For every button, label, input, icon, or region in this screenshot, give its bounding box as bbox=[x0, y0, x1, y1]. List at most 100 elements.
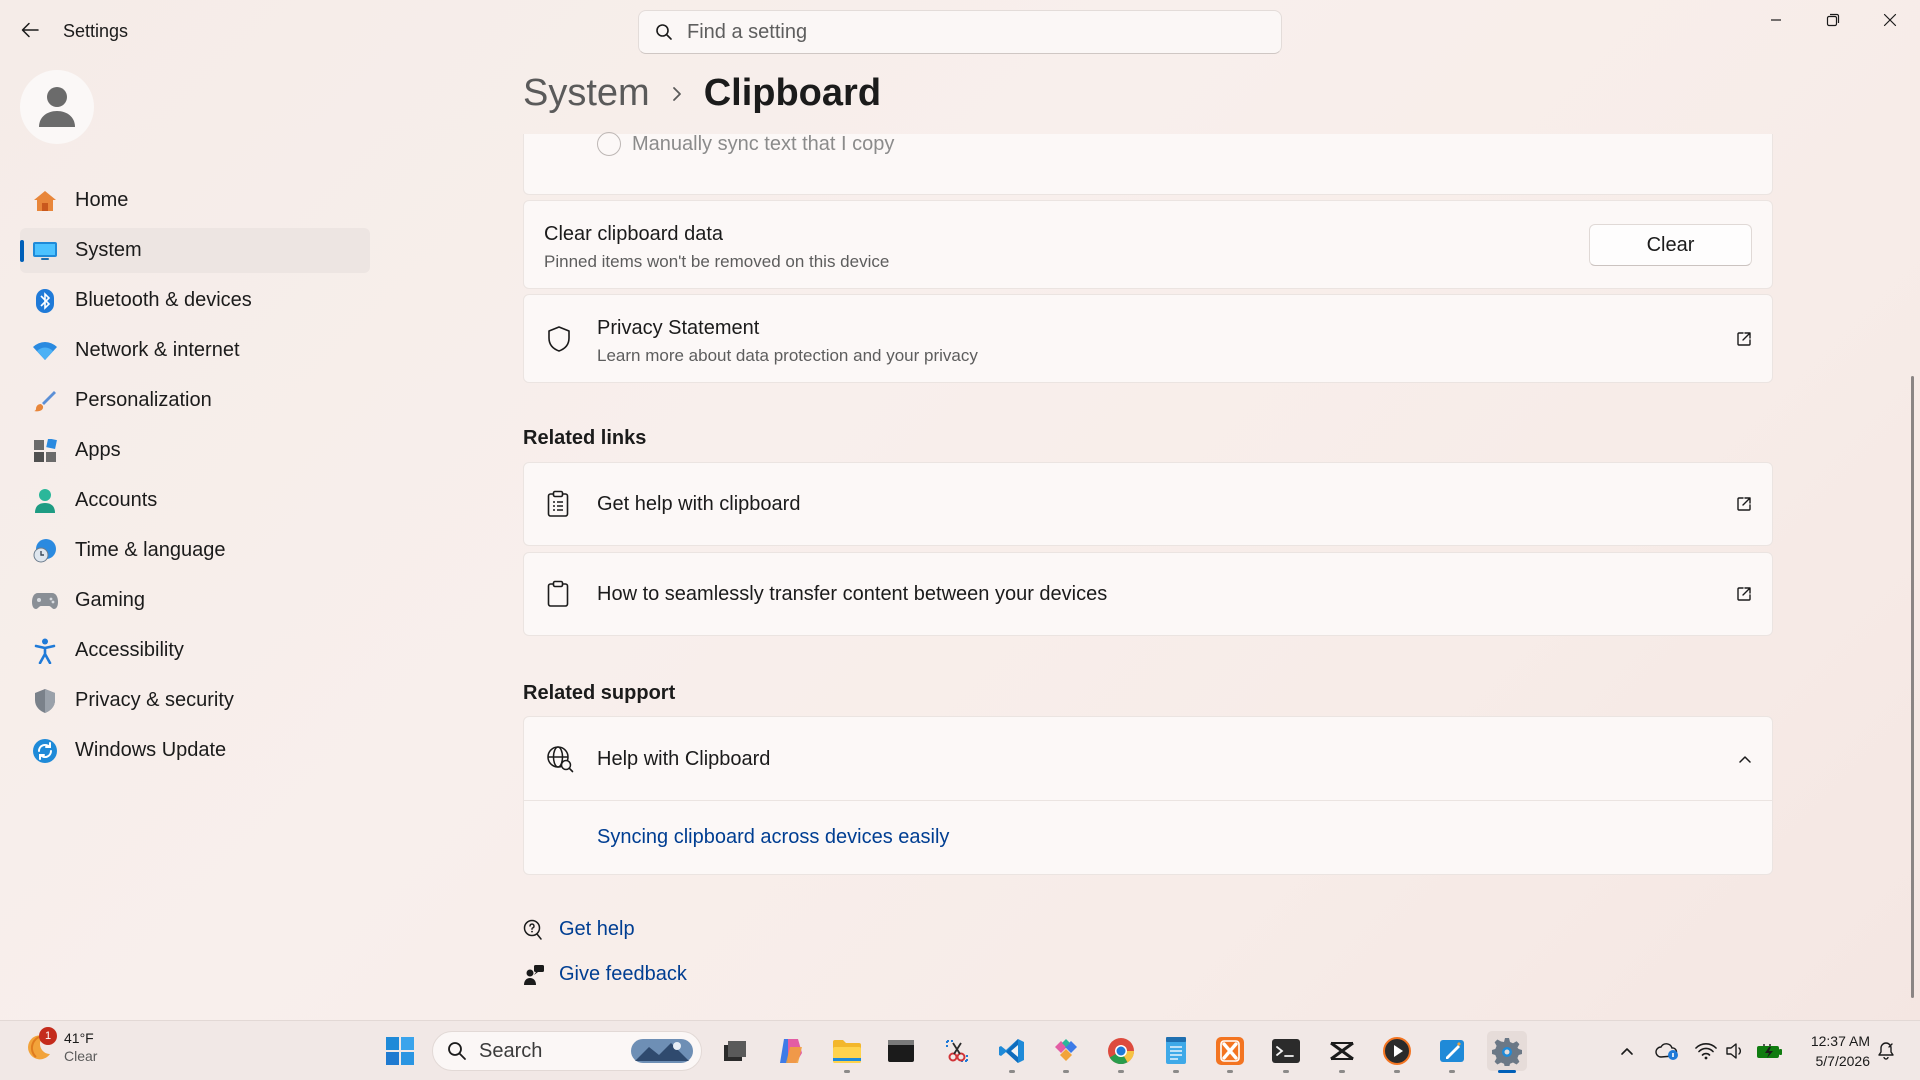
shield-icon bbox=[32, 688, 58, 714]
manual-sync-label: Manually sync text that I copy bbox=[632, 133, 895, 155]
taskbar-search[interactable]: Search bbox=[432, 1031, 702, 1071]
back-arrow-icon bbox=[21, 22, 39, 38]
sidebar-item-time-language[interactable]: Time & language bbox=[20, 528, 370, 573]
chevron-up-icon bbox=[1621, 1048, 1633, 1055]
tray-network[interactable] bbox=[1692, 1031, 1720, 1071]
taskbar-vscode[interactable] bbox=[992, 1031, 1032, 1073]
sidebar-item-accounts[interactable]: Accounts bbox=[20, 478, 370, 523]
system-icon bbox=[32, 238, 58, 264]
taskbar-capcut[interactable] bbox=[1322, 1031, 1362, 1073]
tray-volume[interactable] bbox=[1722, 1031, 1748, 1071]
taskbar-file-explorer[interactable] bbox=[827, 1031, 867, 1073]
settings-search-box[interactable] bbox=[638, 10, 1282, 54]
user-avatar[interactable] bbox=[20, 70, 94, 144]
sidebar-item-label: Apps bbox=[75, 439, 121, 461]
sidebar-item-network[interactable]: Network & internet bbox=[20, 328, 370, 373]
weather-condition: Clear bbox=[64, 1048, 98, 1064]
show-hidden-icons-button[interactable] bbox=[1614, 1031, 1640, 1071]
maximize-button[interactable] bbox=[1805, 0, 1861, 40]
vscode-icon bbox=[999, 1039, 1024, 1063]
sidebar-item-accessibility[interactable]: Accessibility bbox=[20, 628, 370, 673]
taskbar-terminal-app[interactable] bbox=[881, 1031, 921, 1071]
chevron-right-icon bbox=[672, 86, 682, 102]
sidebar-item-label: System bbox=[75, 239, 142, 261]
wifi-icon bbox=[1695, 1043, 1717, 1060]
home-icon bbox=[32, 188, 58, 214]
related-link-clipboard-help[interactable]: Get help with clipboard bbox=[523, 462, 1773, 546]
sidebar-item-home[interactable]: Home bbox=[20, 178, 370, 223]
clock-time: 12:37 AM bbox=[1810, 1033, 1870, 1049]
tray-onedrive[interactable] bbox=[1652, 1031, 1682, 1071]
taskbar-copilot[interactable] bbox=[771, 1031, 811, 1071]
sidebar-item-privacy-security[interactable]: Privacy & security bbox=[20, 678, 370, 723]
taskbar-task-view[interactable] bbox=[715, 1031, 755, 1071]
pen-canvas-icon bbox=[1440, 1040, 1464, 1062]
capcut-icon bbox=[1330, 1041, 1354, 1061]
taskbar-media-player[interactable] bbox=[1377, 1031, 1417, 1073]
xampp-icon bbox=[1216, 1037, 1244, 1065]
weather-widget[interactable]: 1 41°F Clear bbox=[24, 1027, 98, 1065]
taskbar: 1 41°F Clear Search 12:37 AM 5/7/2026 bbox=[0, 1020, 1920, 1080]
close-button[interactable] bbox=[1862, 0, 1918, 40]
sidebar-item-label: Accounts bbox=[75, 489, 158, 511]
clock-date: 5/7/2026 bbox=[1815, 1053, 1871, 1069]
sidebar-item-system[interactable]: System bbox=[20, 228, 370, 273]
taskbar-git-app[interactable] bbox=[1046, 1031, 1086, 1073]
restore-icon bbox=[1826, 13, 1840, 27]
privacy-statement-card[interactable]: Privacy Statement Learn more about data … bbox=[523, 294, 1773, 383]
app-title: Settings bbox=[63, 21, 129, 41]
back-button[interactable] bbox=[14, 14, 46, 46]
taskbar-chrome[interactable] bbox=[1101, 1031, 1141, 1073]
clear-clipboard-card: Clear clipboard data Pinned items won't … bbox=[523, 200, 1773, 289]
sidebar-item-gaming[interactable]: Gaming bbox=[20, 578, 370, 623]
sidebar-item-label: Personalization bbox=[75, 389, 212, 411]
sidebar-item-apps[interactable]: Apps bbox=[20, 428, 370, 473]
taskbar-xampp[interactable] bbox=[1210, 1031, 1250, 1073]
privacy-statement-subtitle: Learn more about data protection and you… bbox=[597, 346, 978, 365]
breadcrumb-parent[interactable]: System bbox=[523, 72, 650, 115]
scrollbar[interactable] bbox=[1911, 376, 1914, 998]
chevron-up-icon bbox=[1738, 754, 1752, 764]
manual-sync-radio[interactable] bbox=[597, 132, 621, 156]
start-button[interactable] bbox=[380, 1031, 420, 1071]
related-link-transfer-content[interactable]: How to seamlessly transfer content betwe… bbox=[523, 552, 1773, 636]
person-icon bbox=[32, 488, 58, 514]
help-with-clipboard-header[interactable]: Help with Clipboard bbox=[524, 717, 1772, 801]
sidebar-item-label: Network & internet bbox=[75, 339, 240, 361]
open-external-icon bbox=[1736, 496, 1752, 512]
taskbar-search-label: Search bbox=[479, 1039, 543, 1062]
taskbar-settings[interactable] bbox=[1487, 1031, 1527, 1073]
search-input[interactable] bbox=[687, 20, 1247, 44]
help-with-clipboard-title: Help with Clipboard bbox=[597, 748, 771, 770]
privacy-statement-title: Privacy Statement bbox=[597, 317, 760, 339]
related-links-heading: Related links bbox=[523, 427, 647, 449]
copilot-icon bbox=[780, 1039, 802, 1063]
minimize-button[interactable] bbox=[1748, 0, 1804, 40]
give-feedback-link[interactable]: Give feedback bbox=[523, 963, 687, 986]
sidebar-item-personalization[interactable]: Personalization bbox=[20, 378, 370, 423]
taskbar-snipping-tool[interactable] bbox=[937, 1031, 977, 1071]
sidebar-item-windows-update[interactable]: Windows Update bbox=[20, 728, 370, 773]
sidebar-item-bluetooth[interactable]: Bluetooth & devices bbox=[20, 278, 370, 323]
sidebar-item-label: Accessibility bbox=[75, 639, 184, 661]
taskbar-windows-terminal[interactable] bbox=[1266, 1031, 1306, 1073]
taskbar-paint-app[interactable] bbox=[1432, 1031, 1472, 1073]
windows-logo-icon bbox=[386, 1037, 414, 1065]
search-icon bbox=[448, 1042, 466, 1060]
speaker-icon bbox=[1726, 1043, 1741, 1059]
taskbar-notepad[interactable] bbox=[1156, 1031, 1196, 1073]
sidebar-item-label: Privacy & security bbox=[75, 689, 234, 711]
shield-outline-icon bbox=[546, 325, 572, 353]
help-with-clipboard-expander: Help with Clipboard bbox=[523, 716, 1773, 875]
clear-button[interactable]: Clear bbox=[1589, 224, 1752, 266]
syncing-clipboard-link[interactable]: Syncing clipboard across devices easily bbox=[597, 826, 949, 849]
tray-battery[interactable] bbox=[1754, 1031, 1786, 1071]
tray-notifications[interactable] bbox=[1872, 1031, 1900, 1071]
search-icon bbox=[655, 23, 673, 41]
feedback-icon bbox=[524, 964, 544, 985]
get-help-link[interactable]: Get help bbox=[523, 918, 635, 941]
console-window-icon bbox=[888, 1040, 914, 1062]
taskbar-clock[interactable]: 12:37 AM 5/7/2026 bbox=[1811, 1031, 1870, 1071]
sidebar-nav: Home System Bluetooth & devices Network … bbox=[20, 178, 370, 778]
help-chat-icon bbox=[523, 919, 542, 940]
